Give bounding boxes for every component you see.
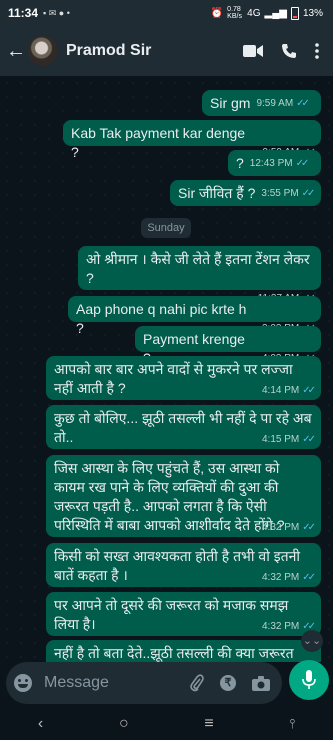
battery-percent: 13% xyxy=(302,7,323,19)
message-text: Sir gm xyxy=(210,95,251,111)
scroll-down-icon[interactable]: ⌄⌄ xyxy=(301,630,323,652)
net-speed: 0.78 KB/s xyxy=(227,6,242,20)
battery-icon xyxy=(290,6,299,20)
signal-icon: ▂▄▆ xyxy=(264,7,287,19)
message-input[interactable] xyxy=(42,673,166,693)
system-nav-bar: ‹ ○ ≡ ⫯ xyxy=(0,708,333,740)
read-receipt-icon: ✓✓ xyxy=(302,434,316,445)
nav-recents-icon[interactable]: ≡ xyxy=(204,715,213,733)
avatar[interactable] xyxy=(28,36,58,66)
message-time: 3:55 PM xyxy=(261,188,299,199)
date-divider: Sunday xyxy=(141,218,191,238)
network-type: 4G xyxy=(247,7,261,19)
message-time: 12:43 PM xyxy=(249,158,293,169)
message-bubble[interactable]: Sir जीवित हैं ? 3:55 PM ✓✓ xyxy=(170,180,321,206)
accessibility-icon[interactable]: ⫯ xyxy=(289,716,295,732)
read-receipt-icon: ✓✓ xyxy=(295,158,310,169)
voice-message-button[interactable] xyxy=(289,660,329,700)
contact-name[interactable]: Pramod Sir xyxy=(66,42,151,60)
status-bar: 11:34 ▪ ✉ ● • ⏰ 0.78 KB/s 4G ▂▄▆ 13% xyxy=(0,0,333,26)
chat-area[interactable]: Sir gm 9:59 AM ✓✓ Kab Tak payment kar den… xyxy=(0,76,333,662)
message-bubble[interactable]: कुछ तो बोलिए... झूठी तसल्ली भी नहीं दे प… xyxy=(46,405,321,449)
message-bubble[interactable]: जिस आस्था के लिए पहुंचते हैं, उस आस्था क… xyxy=(46,455,321,537)
emoji-icon[interactable] xyxy=(14,674,32,692)
voice-call-icon[interactable] xyxy=(281,43,297,59)
message-bubble[interactable]: Kab Tak payment kar denge ? 9:59 AM✓✓ xyxy=(63,120,321,160)
attach-icon[interactable] xyxy=(190,674,204,692)
video-call-icon[interactable] xyxy=(243,44,263,58)
back-arrow-icon[interactable]: ← xyxy=(6,40,26,63)
clock: 11:34 xyxy=(8,6,39,20)
message-text: ? xyxy=(236,155,244,171)
message-text: नहीं है तो बता देते..झूठी तसल्ली की क्या… xyxy=(54,645,294,661)
message-bubble[interactable]: ? 12:43 PM ✓✓ xyxy=(228,150,321,176)
chat-header: ← Pramod Sir xyxy=(0,26,333,76)
message-time: 4:32 PM xyxy=(261,522,300,533)
read-receipt-icon: ✓✓ xyxy=(296,98,310,109)
mic-icon xyxy=(302,670,316,689)
message-time: 4:15 PM xyxy=(261,434,300,445)
more-options-icon[interactable] xyxy=(315,43,319,59)
read-receipt-icon: ✓✓ xyxy=(301,188,316,199)
camera-icon[interactable] xyxy=(252,675,270,691)
message-time: 4:32 PM xyxy=(261,572,300,583)
message-text: Sir जीवित हैं ? xyxy=(178,185,256,201)
message-bubble[interactable]: Payment krenge ? 4:03 PM✓✓ xyxy=(135,326,321,366)
message-time: 4:32 PM xyxy=(261,621,300,632)
payment-rupee-icon[interactable]: ₹ xyxy=(220,675,236,691)
message-bubble[interactable]: Aap phone q nahi pic krte h ? 3:02 PM✓✓ xyxy=(68,296,321,336)
message-time: 9:59 AM xyxy=(256,98,294,109)
alarm-icon: ⏰ xyxy=(210,7,224,19)
message-bubble[interactable]: Sir gm 9:59 AM ✓✓ xyxy=(202,90,321,116)
message-bubble[interactable]: नहीं है तो बता देते..झूठी तसल्ली की क्या… xyxy=(46,640,321,662)
notification-icons: ▪ ✉ ● • xyxy=(43,7,70,18)
read-receipt-icon: ✓✓ xyxy=(302,385,316,396)
message-bubble[interactable]: ओ श्रीमान । कैसे जी लेते हैं इतना टेंशन … xyxy=(78,246,321,304)
message-bubble[interactable]: आपको बार बार अपने वादों से मुकरने पर लज्… xyxy=(46,356,321,400)
nav-back-icon[interactable]: ‹ xyxy=(38,715,43,733)
message-bubble[interactable]: किसी को सख्त आवश्यकता होती है तभी वो इतन… xyxy=(46,543,321,587)
nav-home-icon[interactable]: ○ xyxy=(119,715,129,733)
message-composer: ₹ xyxy=(6,662,282,704)
message-time: 4:14 PM xyxy=(261,385,300,396)
read-receipt-icon: ✓✓ xyxy=(302,522,316,533)
message-text: ओ श्रीमान । कैसे जी लेते हैं इतना टेंशन … xyxy=(86,251,310,286)
message-bubble[interactable]: पर आपने तो दूसरे की जरूरत को मजाक समझ लि… xyxy=(46,592,321,636)
read-receipt-icon: ✓✓ xyxy=(302,572,316,583)
